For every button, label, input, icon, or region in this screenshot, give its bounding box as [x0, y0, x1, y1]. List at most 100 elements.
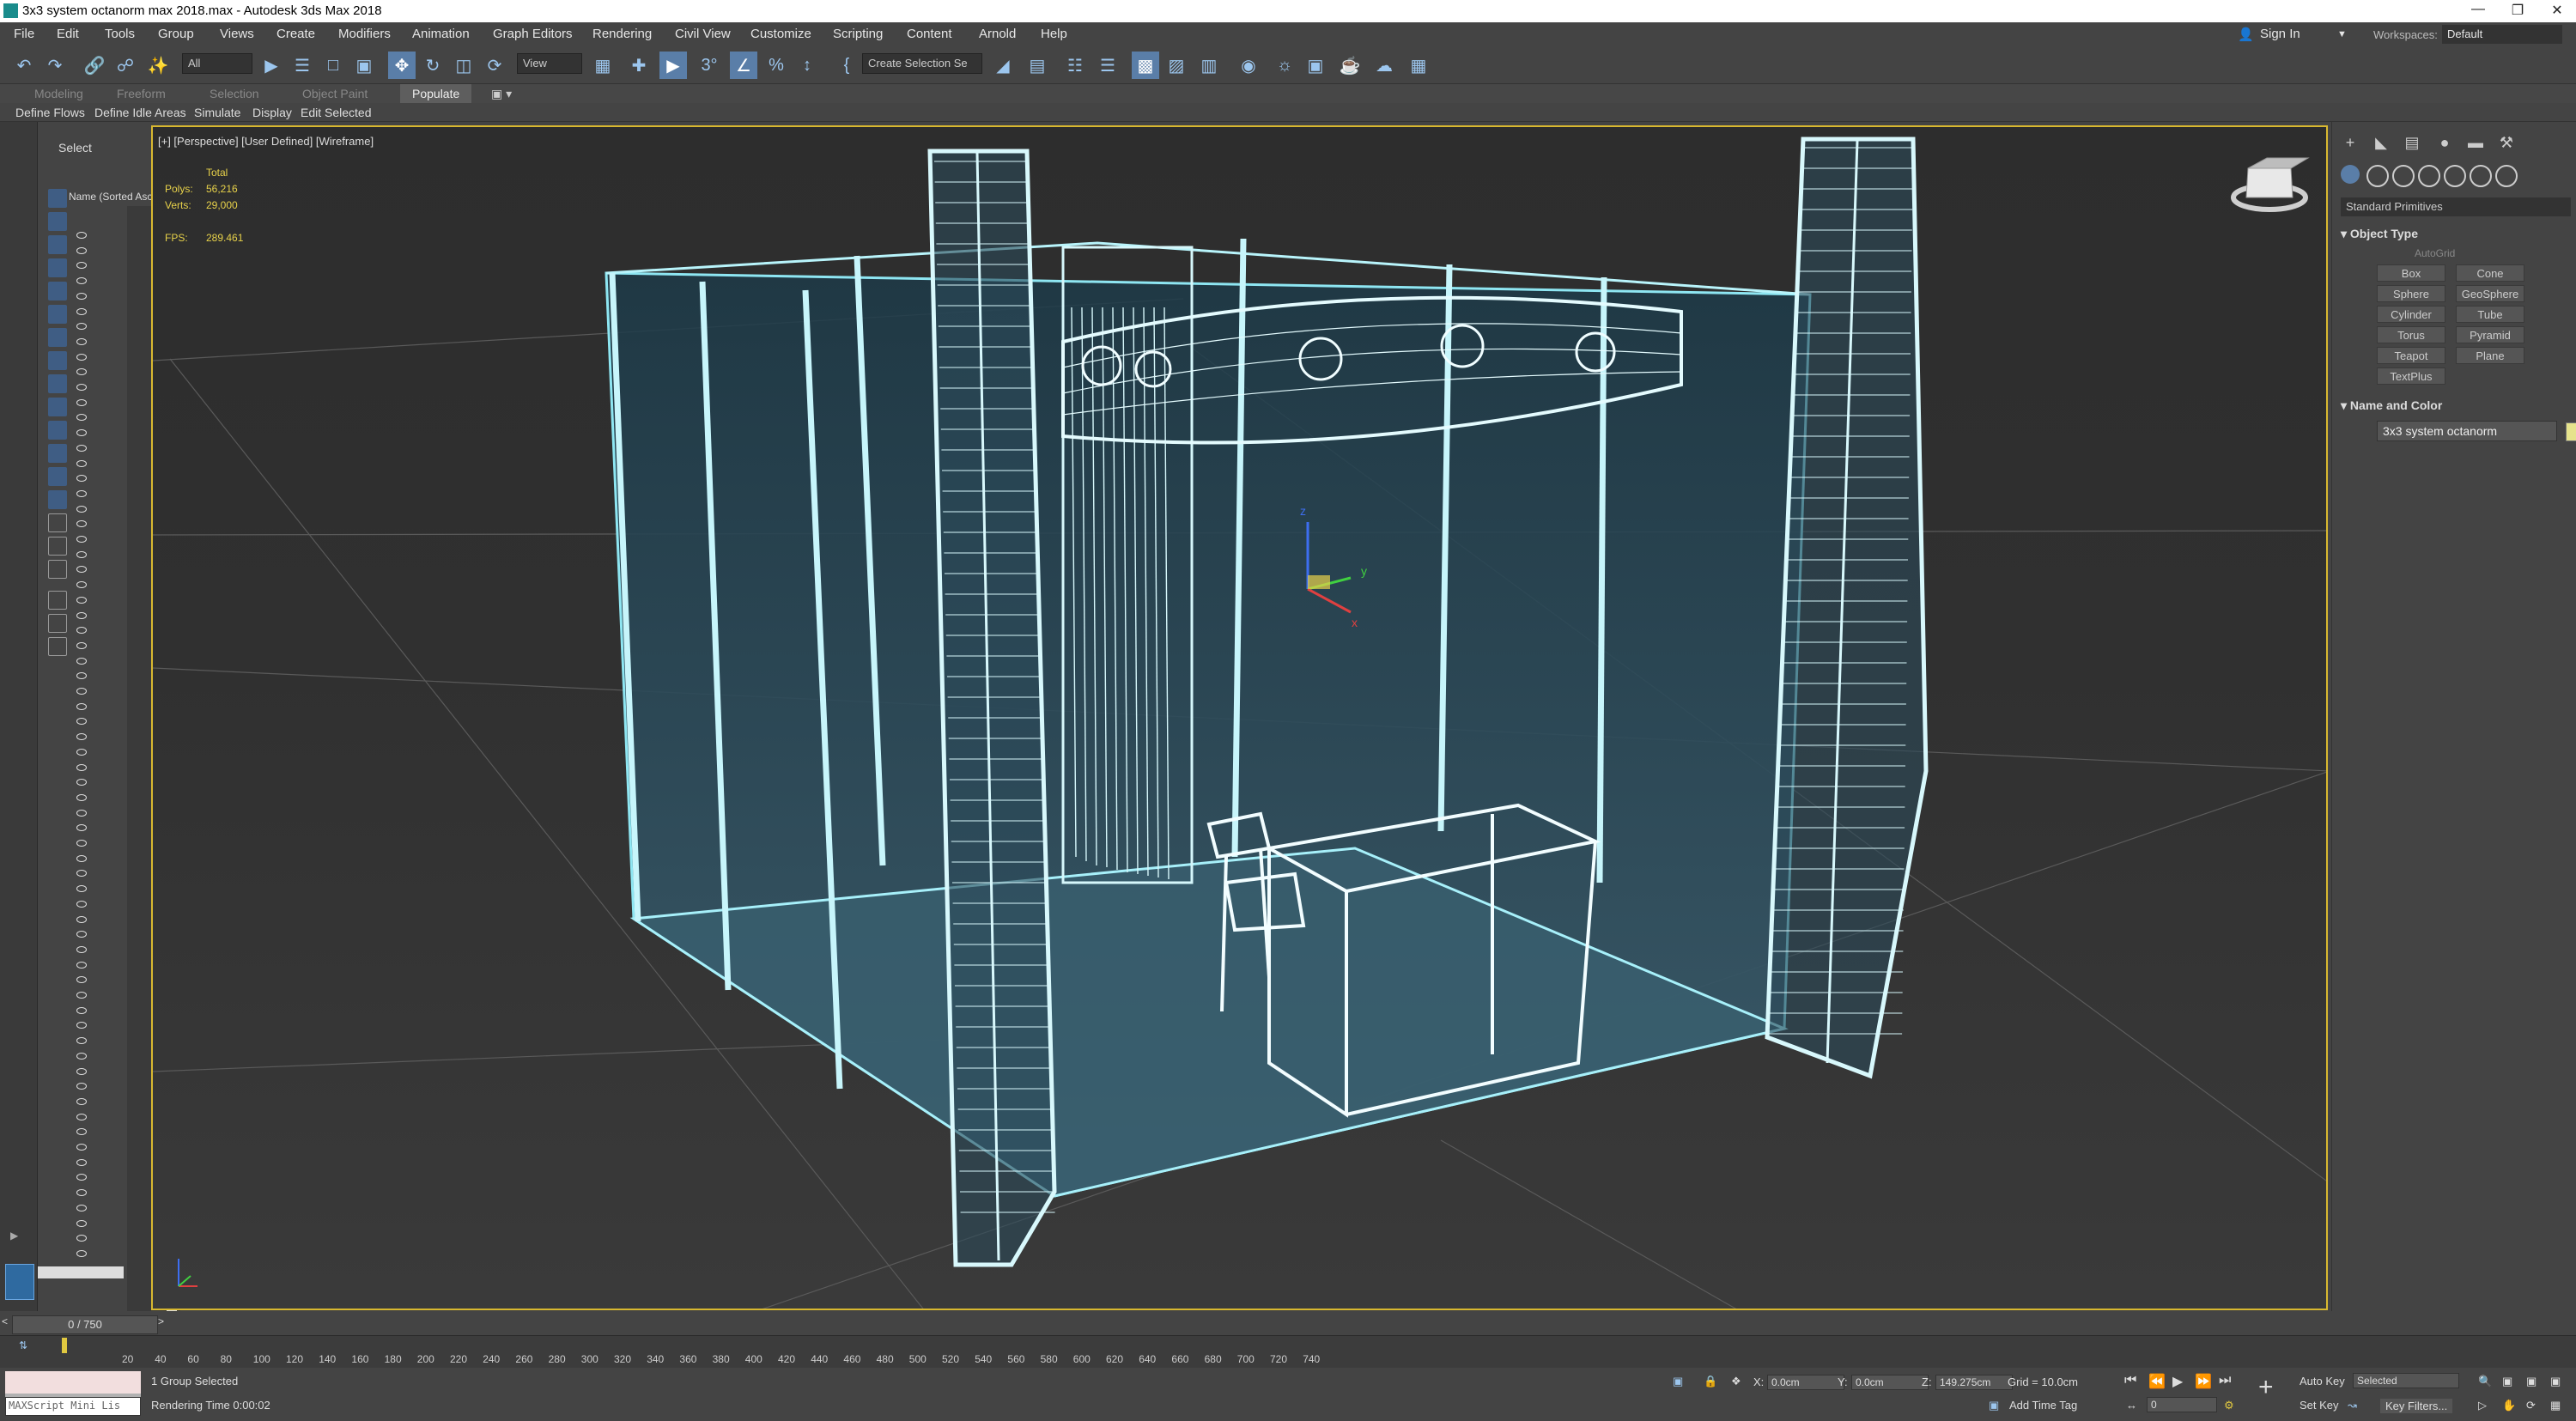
redo-icon[interactable]: ↷ — [41, 52, 69, 79]
display-frozen-icon[interactable] — [48, 421, 67, 440]
visibility-eye-icon[interactable] — [76, 596, 87, 604]
menu-customize[interactable]: Customize — [750, 27, 811, 41]
visibility-eye-icon[interactable] — [76, 459, 87, 467]
motion-tab-icon[interactable]: ● — [2433, 134, 2456, 156]
visibility-eye-icon[interactable] — [76, 702, 87, 710]
visibility-eye-icon[interactable] — [76, 779, 87, 786]
visibility-eye-icon[interactable] — [76, 292, 87, 300]
zoom-extents-all-icon[interactable]: ▣ — [2550, 1375, 2561, 1388]
teapot-button[interactable]: Teapot — [2377, 347, 2445, 364]
selection-filter-select[interactable]: All — [182, 53, 252, 74]
visibility-eye-icon[interactable] — [76, 915, 87, 923]
visibility-eye-icon[interactable] — [76, 384, 87, 391]
select-manipulate-icon[interactable]: ✚ — [625, 52, 653, 79]
plane-button[interactable]: Plane — [2456, 347, 2524, 364]
menu-rendering[interactable]: Rendering — [592, 27, 652, 41]
helpers-category-icon[interactable] — [2444, 165, 2466, 187]
minimize-icon[interactable]: — — [2461, 2, 2495, 17]
menu-tools[interactable]: Tools — [105, 27, 135, 41]
key-mode-toggle-icon[interactable]: ↔ — [2126, 1399, 2137, 1412]
visibility-eye-icon[interactable] — [76, 1022, 87, 1029]
workspace-select[interactable]: Default — [2442, 25, 2562, 44]
modify-tab-icon[interactable]: ◣ — [2370, 134, 2392, 156]
visibility-eye-icon[interactable] — [76, 246, 87, 254]
zoom-icon[interactable]: 🔍 — [2478, 1375, 2492, 1388]
visibility-eye-icon[interactable] — [76, 931, 87, 938]
filter-icon[interactable] — [48, 614, 67, 633]
visibility-eye-icon[interactable] — [76, 885, 87, 893]
object-type-rollout[interactable]: ▾ Object Type — [2341, 227, 2571, 241]
rendered-frame-window-icon[interactable]: ▣ — [1302, 52, 1329, 79]
autogrid-checkbox[interactable]: AutoGrid — [2415, 247, 2455, 259]
field-of-view-icon[interactable]: ▷ — [2478, 1399, 2487, 1412]
bind-space-warp-icon[interactable]: ✨ — [144, 52, 172, 79]
define-flows-button[interactable]: Define Flows — [15, 106, 85, 119]
menu-content[interactable]: Content — [907, 27, 952, 41]
align-icon[interactable]: ▤ — [1024, 52, 1051, 79]
display-hidden-icon[interactable] — [48, 444, 67, 463]
restore-icon[interactable]: ❐ — [2500, 2, 2535, 19]
mirror-icon[interactable]: ◢ — [989, 52, 1017, 79]
pick-parent-icon[interactable] — [48, 591, 67, 610]
tab-selection[interactable]: Selection — [210, 87, 259, 100]
key-filters-button[interactable]: Key Filters... — [2380, 1399, 2453, 1413]
window-crossing-icon[interactable]: ▣ — [350, 52, 378, 79]
sign-in-dropdown-icon[interactable]: ▼ — [2337, 29, 2347, 39]
tab-modeling[interactable]: Modeling — [34, 87, 83, 100]
display-xrefs-icon[interactable] — [48, 351, 67, 370]
set-key-icon[interactable]: + — [2258, 1373, 2274, 1402]
visibility-eye-icon[interactable] — [76, 429, 87, 437]
tab-populate[interactable]: Populate — [400, 84, 472, 103]
placement-icon[interactable]: ⟳ — [481, 52, 508, 79]
visibility-eye-icon[interactable] — [76, 398, 87, 406]
box-button[interactable]: Box — [2377, 264, 2445, 282]
visibility-eye-icon[interactable] — [76, 870, 87, 877]
play-icon[interactable]: ▶ — [2172, 1373, 2183, 1390]
textplus-button[interactable]: TextPlus — [2377, 367, 2445, 385]
display-cameras-icon[interactable] — [48, 258, 67, 277]
visibility-eye-icon[interactable] — [76, 1249, 87, 1257]
track-bar[interactable]: ⇅ 20 40 60 80 100 120 140 160 180 200 220 240 260 280… — [0, 1335, 2576, 1368]
visibility-eye-icon[interactable] — [76, 961, 87, 969]
primitive-type-select[interactable]: Standard Primitives — [2341, 197, 2571, 216]
visibility-eye-icon[interactable] — [76, 262, 87, 270]
pivot-center-icon[interactable]: ▦ — [589, 52, 617, 79]
visibility-eye-icon[interactable] — [76, 1006, 87, 1014]
z-coordinate-field[interactable]: 149.275cm — [1935, 1375, 2013, 1390]
cone-button[interactable]: Cone — [2456, 264, 2524, 282]
keyboard-shortcut-override-icon[interactable]: ▶ — [659, 52, 687, 79]
visibility-eye-icon[interactable] — [76, 414, 87, 422]
go-to-end-icon[interactable]: ⏭ — [2219, 1373, 2231, 1388]
visibility-eye-icon[interactable] — [76, 718, 87, 726]
maxscript-input[interactable]: MAXScript Mini Lis — [5, 1397, 141, 1416]
menu-civil-view[interactable]: Civil View — [675, 27, 731, 41]
explorer-hscrollbar[interactable] — [38, 1266, 124, 1278]
display-button[interactable]: Display — [252, 106, 292, 119]
tab-object-paint[interactable]: Object Paint — [302, 87, 368, 100]
viewport-layout-icon[interactable] — [5, 1264, 34, 1300]
toggle-layer-explorer-icon[interactable]: ☰ — [1094, 52, 1121, 79]
visibility-eye-icon[interactable] — [76, 1204, 87, 1211]
schematic-view-icon[interactable]: ▥ — [1195, 52, 1223, 79]
visibility-eye-icon[interactable] — [76, 1052, 87, 1060]
curve-editor-icon[interactable]: ▨ — [1163, 52, 1190, 79]
visibility-eye-icon[interactable] — [76, 611, 87, 619]
systems-category-icon[interactable] — [2495, 165, 2518, 187]
shapes-category-icon[interactable] — [2366, 165, 2389, 187]
display-groups-icon[interactable] — [48, 328, 67, 347]
mini-curve-editor-icon[interactable]: ⇅ — [19, 1339, 27, 1351]
spinner-snap-icon[interactable]: ↕ — [793, 52, 821, 79]
pyramid-button[interactable]: Pyramid — [2456, 326, 2524, 343]
display-bones-icon[interactable] — [48, 374, 67, 393]
cylinder-button[interactable]: Cylinder — [2377, 306, 2445, 323]
x-coordinate-field[interactable]: 0.0cm — [1767, 1375, 1844, 1390]
time-tag-icon[interactable]: ▣ — [1989, 1399, 1999, 1412]
visibility-eye-icon[interactable] — [76, 840, 87, 847]
object-name-field[interactable]: 3x3 system octanorm — [2377, 421, 2557, 441]
visibility-eye-icon[interactable] — [76, 824, 87, 832]
object-color-swatch[interactable] — [2566, 422, 2576, 441]
visibility-eye-icon[interactable] — [76, 657, 87, 665]
absolute-mode-icon[interactable]: ❖ — [1731, 1375, 1741, 1388]
name-color-rollout[interactable]: ▾ Name and Color — [2341, 398, 2571, 413]
visibility-eye-icon[interactable] — [76, 854, 87, 862]
